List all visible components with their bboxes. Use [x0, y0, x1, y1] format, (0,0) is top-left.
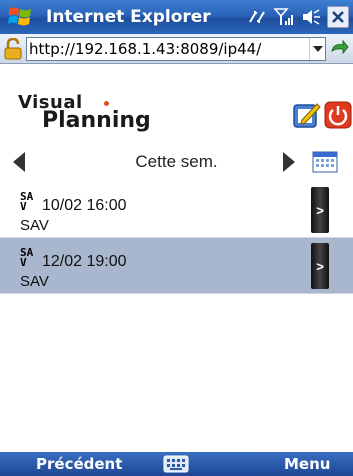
windows-start-icon[interactable] — [0, 0, 40, 34]
item-datetime: 10/02 16:00 — [42, 197, 127, 214]
item-category: SAV — [20, 217, 49, 234]
signal-icon[interactable] — [273, 7, 295, 27]
url-text: http://192.168.1.43:8089/ip44/ — [29, 39, 262, 58]
appointment-list: SA V 10/02 16:00 SAV > SA V 12/02 19:00 … — [0, 182, 353, 294]
logo-line2: Planning — [42, 108, 151, 133]
item-category: SAV — [20, 273, 49, 290]
window-title: Internet Explorer — [46, 7, 211, 27]
connectivity-icon[interactable] — [247, 8, 267, 26]
week-label: Cette sem. — [135, 152, 218, 171]
chevron-down-icon[interactable] — [309, 37, 325, 60]
item-type-badge: SA V — [20, 247, 33, 269]
logo-dot — [104, 101, 109, 106]
badge-bottom: V — [20, 256, 27, 269]
lock-icon — [0, 34, 26, 64]
calendar-icon[interactable] — [312, 150, 338, 179]
previous-softkey[interactable]: Précédent — [36, 455, 122, 473]
close-icon[interactable] — [327, 6, 349, 28]
url-input[interactable]: http://192.168.1.43:8089/ip44/ — [26, 36, 326, 61]
list-item[interactable]: SA V 10/02 16:00 SAV > — [0, 182, 353, 238]
title-bar: Internet Explorer — [0, 0, 353, 34]
badge-bottom: V — [20, 200, 27, 213]
menu-softkey[interactable]: Menu — [284, 455, 330, 473]
week-navigation: Cette sem. — [0, 147, 353, 177]
item-type-badge: SA V — [20, 191, 33, 213]
open-item-button[interactable]: > — [311, 187, 329, 233]
next-week-button[interactable] — [282, 151, 296, 178]
power-button[interactable] — [324, 100, 352, 130]
go-icon[interactable] — [326, 39, 352, 59]
list-item[interactable]: SA V 12/02 19:00 SAV > — [0, 238, 353, 294]
speaker-icon[interactable] — [301, 8, 321, 26]
edit-button[interactable] — [292, 100, 322, 130]
keyboard-icon[interactable] — [163, 455, 189, 476]
address-bar: http://192.168.1.43:8089/ip44/ — [0, 34, 353, 64]
softkey-bar: Précédent Menu — [0, 452, 353, 476]
item-datetime: 12/02 19:00 — [42, 253, 127, 270]
app-logo: Visual Planning — [18, 94, 151, 132]
open-item-button[interactable]: > — [311, 243, 329, 289]
